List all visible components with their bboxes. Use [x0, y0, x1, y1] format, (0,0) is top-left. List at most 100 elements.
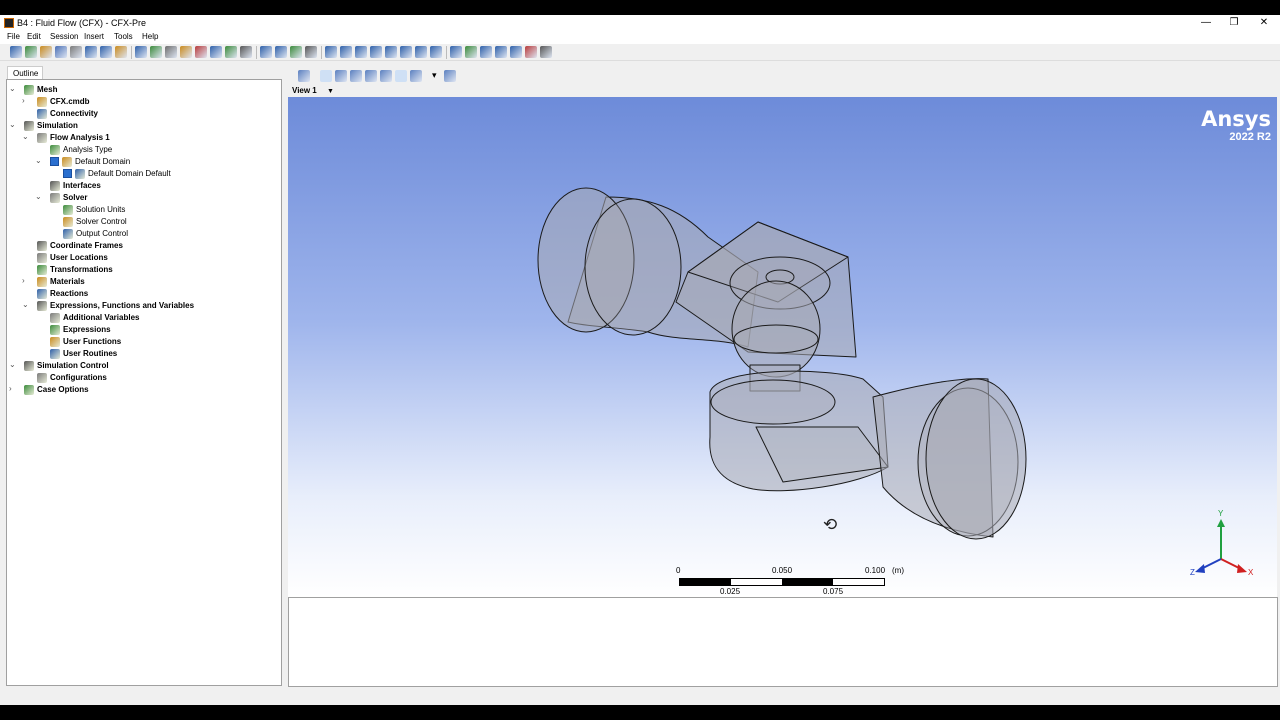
menu-session[interactable]: Session: [50, 32, 78, 41]
visibility-checkbox[interactable]: [63, 169, 72, 178]
tree-node-label: Reactions: [50, 289, 89, 298]
grid-icon[interactable]: [525, 46, 537, 58]
toolbar-separator: [131, 46, 132, 59]
boundary-icon: [75, 169, 85, 179]
collapse-icon[interactable]: ⌄: [9, 84, 17, 93]
view-tool-2-icon[interactable]: [385, 46, 397, 58]
zoom-fit-icon[interactable]: [380, 70, 392, 82]
refresh-icon[interactable]: [25, 46, 37, 58]
view-tool-4-icon[interactable]: [415, 46, 427, 58]
toolbar-separator: [321, 46, 322, 59]
collapse-icon[interactable]: ⌄: [9, 120, 17, 129]
mesh-file-icon: [37, 97, 47, 107]
tab-outline[interactable]: Outline: [7, 66, 43, 79]
plus-icon[interactable]: [305, 46, 317, 58]
tree-node-label: Expressions, Functions and Variables: [50, 301, 195, 310]
minimize-button[interactable]: —: [1192, 15, 1220, 31]
import-icon[interactable]: [55, 46, 67, 58]
report-icon[interactable]: [115, 46, 127, 58]
chart-icon[interactable]: [480, 46, 492, 58]
line-icon[interactable]: [275, 46, 287, 58]
connectivity-icon: [37, 109, 47, 119]
collapse-icon[interactable]: ⌄: [35, 192, 43, 201]
close-button[interactable]: ✕: [1250, 15, 1278, 31]
expand-icon[interactable]: ›: [9, 384, 17, 393]
expression-tool-icon[interactable]: [225, 46, 237, 58]
view-tool-6-icon[interactable]: [450, 46, 462, 58]
source-point-icon[interactable]: [180, 46, 192, 58]
function-icon[interactable]: [240, 46, 252, 58]
case-options-icon: [24, 385, 34, 395]
zoom-box-icon[interactable]: [365, 70, 377, 82]
solver-tool-icon[interactable]: [325, 46, 337, 58]
menu-tools[interactable]: Tools: [114, 32, 133, 41]
expand-icon[interactable]: ›: [22, 96, 30, 105]
collapse-icon[interactable]: ⌄: [22, 300, 30, 309]
undo-icon[interactable]: [85, 46, 97, 58]
table-icon[interactable]: [510, 46, 522, 58]
redo-icon[interactable]: [100, 46, 112, 58]
output-icon[interactable]: [355, 46, 367, 58]
interfaces-icon: [50, 181, 60, 191]
3d-viewport[interactable]: Ansys 2022 R2 ⟲ 0 0.050 0.100 (m) 0.025 …: [288, 97, 1277, 597]
chevron-down-icon[interactable]: ▾: [432, 70, 440, 82]
collapse-icon[interactable]: ⌄: [9, 360, 17, 369]
view-selector[interactable]: View 1 ▼: [289, 85, 1277, 97]
zoom-icon[interactable]: [350, 70, 362, 82]
view-tool-5-icon[interactable]: [430, 46, 442, 58]
units-icon: [63, 205, 73, 215]
view-tool-1-icon[interactable]: [370, 46, 382, 58]
menu-edit[interactable]: Edit: [27, 32, 41, 41]
open-icon[interactable]: [40, 46, 52, 58]
clock-tool-icon[interactable]: [340, 46, 352, 58]
layers-icon[interactable]: [540, 46, 552, 58]
simulation-icon: [24, 121, 34, 131]
tree-node-label: Expressions: [63, 325, 111, 334]
viewport-layout-icon[interactable]: [410, 70, 422, 82]
materials-icon: [37, 277, 47, 287]
collapse-icon[interactable]: ⌄: [22, 132, 30, 141]
rotate-icon[interactable]: [320, 70, 332, 82]
view-tool-3-icon[interactable]: [400, 46, 412, 58]
chevron-down-icon[interactable]: ▼: [327, 88, 334, 95]
maximize-button[interactable]: ❐: [1220, 15, 1248, 31]
tree-node-label: Interfaces: [63, 181, 101, 190]
solver-icon: [50, 193, 60, 203]
highlight-icon[interactable]: [395, 70, 407, 82]
visibility-checkbox[interactable]: [50, 157, 59, 166]
expand-icon[interactable]: ›: [22, 276, 30, 285]
geometry-model[interactable]: [288, 97, 1277, 597]
export-icon[interactable]: [70, 46, 82, 58]
toolbar-separator: [446, 46, 447, 59]
subdomain-tool-icon[interactable]: [165, 46, 177, 58]
mesh-tool-icon[interactable]: [260, 46, 272, 58]
domain-tool-icon[interactable]: [135, 46, 147, 58]
menu-insert[interactable]: Insert: [84, 32, 104, 41]
view-tool-7-icon[interactable]: [465, 46, 477, 58]
select-icon[interactable]: [298, 70, 310, 82]
scale-label-top-1: 0.050: [772, 566, 793, 575]
menu-file[interactable]: File: [7, 32, 20, 41]
tree-node-label: Output Control: [76, 229, 129, 238]
interface-tool-icon[interactable]: [195, 46, 207, 58]
toolbar-separator: [256, 46, 257, 59]
message-panel[interactable]: [288, 597, 1278, 687]
collapse-icon[interactable]: ⌄: [35, 156, 43, 165]
tree-node-label: Default Domain Default: [88, 169, 171, 178]
save-icon[interactable]: [10, 46, 22, 58]
analysis-icon[interactable]: [210, 46, 222, 58]
scale-bar: [679, 578, 885, 586]
rotate-cursor-icon: ⟲: [823, 515, 838, 534]
boundary-tool-icon[interactable]: [150, 46, 162, 58]
pan-icon[interactable]: [335, 70, 347, 82]
tree-node-label: Transformations: [50, 265, 113, 274]
menu-help[interactable]: Help: [142, 32, 158, 41]
flow-icon[interactable]: [495, 46, 507, 58]
axis-z-label: Z: [1190, 568, 1195, 577]
scale-label-bottom-0: 0.025: [720, 587, 741, 596]
tree-node-label: User Locations: [50, 253, 108, 262]
expressions-folder-icon: [37, 301, 47, 311]
copy-view-icon[interactable]: [444, 70, 456, 82]
viewer-toolbar: ▾: [288, 67, 1278, 84]
geometry-icon[interactable]: [290, 46, 302, 58]
